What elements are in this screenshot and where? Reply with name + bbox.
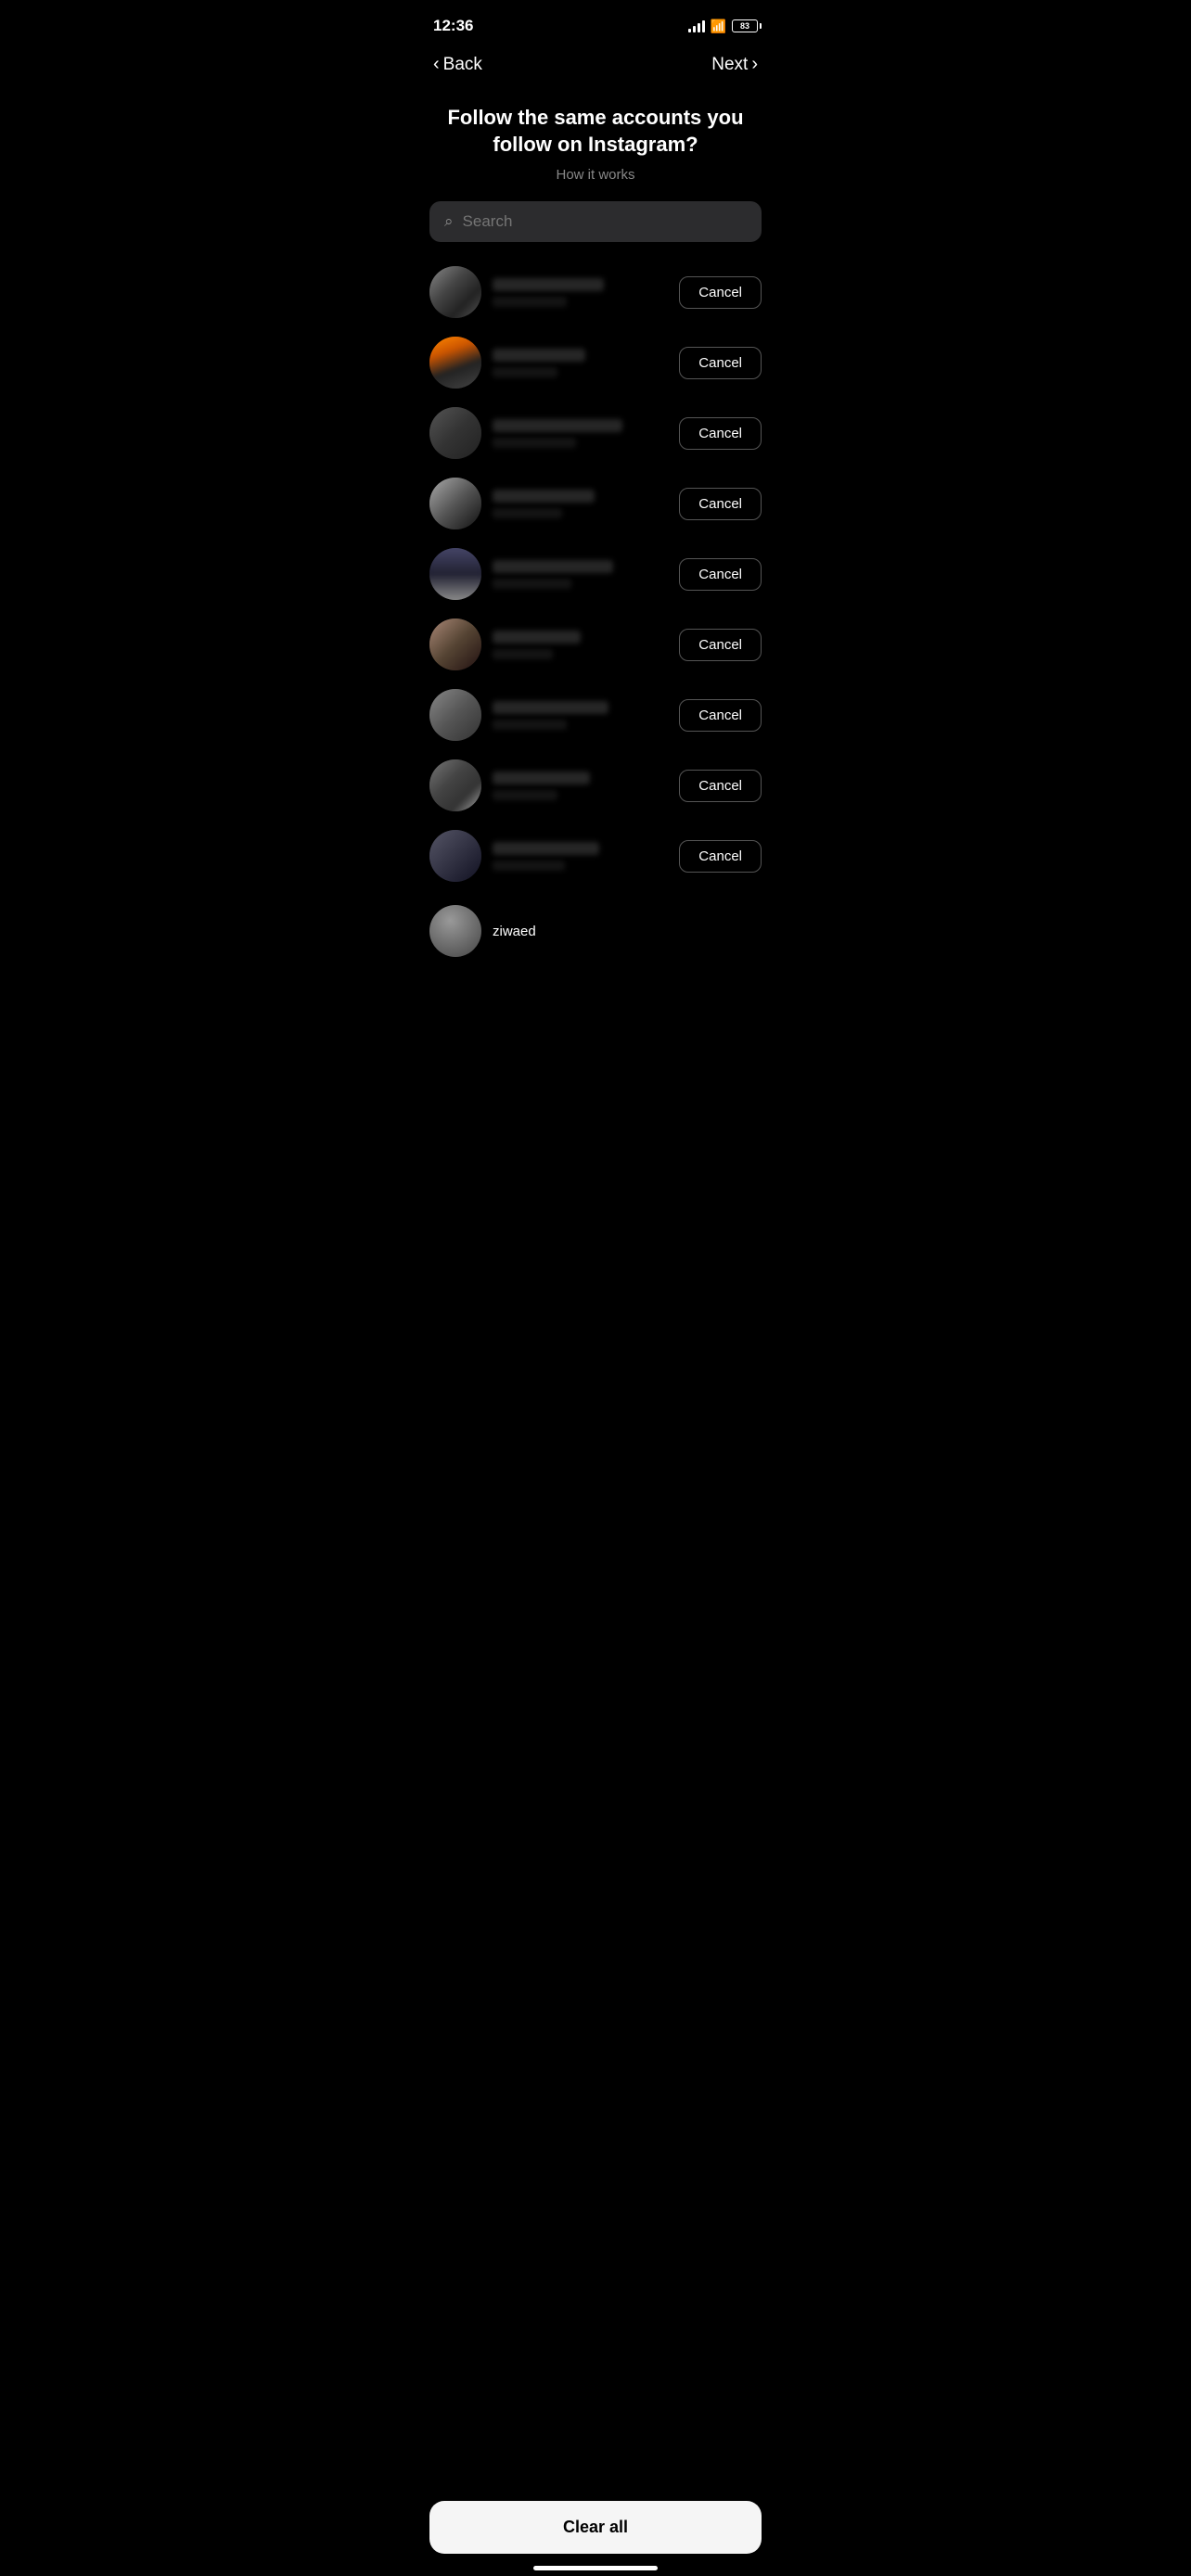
account-name-blur	[493, 701, 608, 714]
account-info	[493, 560, 668, 589]
list-item: Cancel	[415, 257, 776, 327]
back-button[interactable]: ‹ Back	[433, 54, 482, 75]
avatar	[429, 407, 481, 459]
how-it-works-link[interactable]: How it works	[437, 167, 754, 183]
account-name-blur	[493, 631, 581, 644]
avatar	[429, 618, 481, 670]
clear-all-button[interactable]: Clear all	[429, 2501, 762, 2554]
list-item: Cancel	[415, 750, 776, 821]
list-item: Cancel	[415, 821, 776, 891]
list-item: Cancel	[415, 468, 776, 539]
account-info	[493, 772, 668, 800]
cancel-button[interactable]: Cancel	[679, 347, 762, 379]
avatar	[429, 689, 481, 741]
avatar	[429, 266, 481, 318]
nav-bar: ‹ Back Next ›	[415, 46, 776, 90]
account-sub-blur	[493, 790, 557, 800]
chevron-right-icon: ›	[751, 54, 758, 75]
wifi-icon: 📶	[711, 19, 726, 34]
battery-icon: 83	[732, 19, 758, 32]
list-item: Cancel	[415, 398, 776, 468]
list-item: Cancel	[415, 539, 776, 609]
account-info	[493, 842, 668, 871]
account-sub-blur	[493, 579, 571, 589]
avatar	[429, 905, 481, 957]
page-title: Follow the same accounts you follow on I…	[437, 105, 754, 158]
account-username: ziwaed	[493, 924, 762, 939]
avatar	[429, 337, 481, 389]
home-indicator	[533, 2566, 658, 2570]
cancel-button[interactable]: Cancel	[679, 488, 762, 520]
search-bar[interactable]: ⌕	[429, 201, 762, 242]
chevron-left-icon: ‹	[433, 54, 440, 75]
account-name-blur	[493, 278, 604, 291]
account-info	[493, 349, 668, 377]
account-info	[493, 278, 668, 307]
search-container: ⌕	[415, 190, 776, 257]
account-name-blur	[493, 349, 585, 362]
list-item: ziwaed	[415, 891, 776, 962]
list-item: Cancel	[415, 609, 776, 680]
account-info	[493, 419, 668, 448]
search-icon: ⌕	[444, 212, 454, 231]
avatar	[429, 478, 481, 529]
avatar	[429, 548, 481, 600]
clear-all-container: Clear all	[429, 2501, 762, 2554]
account-name-blur	[493, 560, 613, 573]
status-bar: 12:36 📶 83	[415, 0, 776, 46]
account-info	[493, 631, 668, 659]
account-name-blur	[493, 842, 599, 855]
next-label: Next	[711, 55, 748, 75]
avatar	[429, 759, 481, 811]
account-sub-blur	[493, 720, 567, 730]
cancel-button[interactable]: Cancel	[679, 840, 762, 873]
cancel-button[interactable]: Cancel	[679, 276, 762, 309]
account-sub-blur	[493, 649, 553, 659]
status-time: 12:36	[433, 17, 473, 35]
avatar	[429, 830, 481, 882]
account-name-blur	[493, 772, 590, 784]
list-item: Cancel	[415, 680, 776, 750]
account-sub-blur	[493, 861, 565, 871]
account-sub-blur	[493, 508, 562, 518]
next-button[interactable]: Next ›	[711, 54, 758, 75]
cancel-button[interactable]: Cancel	[679, 699, 762, 732]
account-info	[493, 490, 668, 518]
account-name-blur	[493, 490, 595, 503]
account-list: Cancel Cancel Cancel Cancel	[415, 257, 776, 1054]
account-sub-blur	[493, 367, 557, 377]
title-section: Follow the same accounts you follow on I…	[415, 90, 776, 190]
status-icons: 📶 83	[688, 19, 758, 34]
cancel-button[interactable]: Cancel	[679, 629, 762, 661]
back-label: Back	[443, 55, 482, 75]
signal-icon	[688, 19, 705, 32]
cancel-button[interactable]: Cancel	[679, 417, 762, 450]
search-input[interactable]	[463, 212, 747, 231]
account-sub-blur	[493, 438, 576, 448]
list-item: Cancel	[415, 327, 776, 398]
cancel-button[interactable]: Cancel	[679, 558, 762, 591]
account-name-blur	[493, 419, 622, 432]
account-sub-blur	[493, 297, 567, 307]
cancel-button[interactable]: Cancel	[679, 770, 762, 802]
account-info	[493, 701, 668, 730]
account-info: ziwaed	[493, 924, 762, 939]
